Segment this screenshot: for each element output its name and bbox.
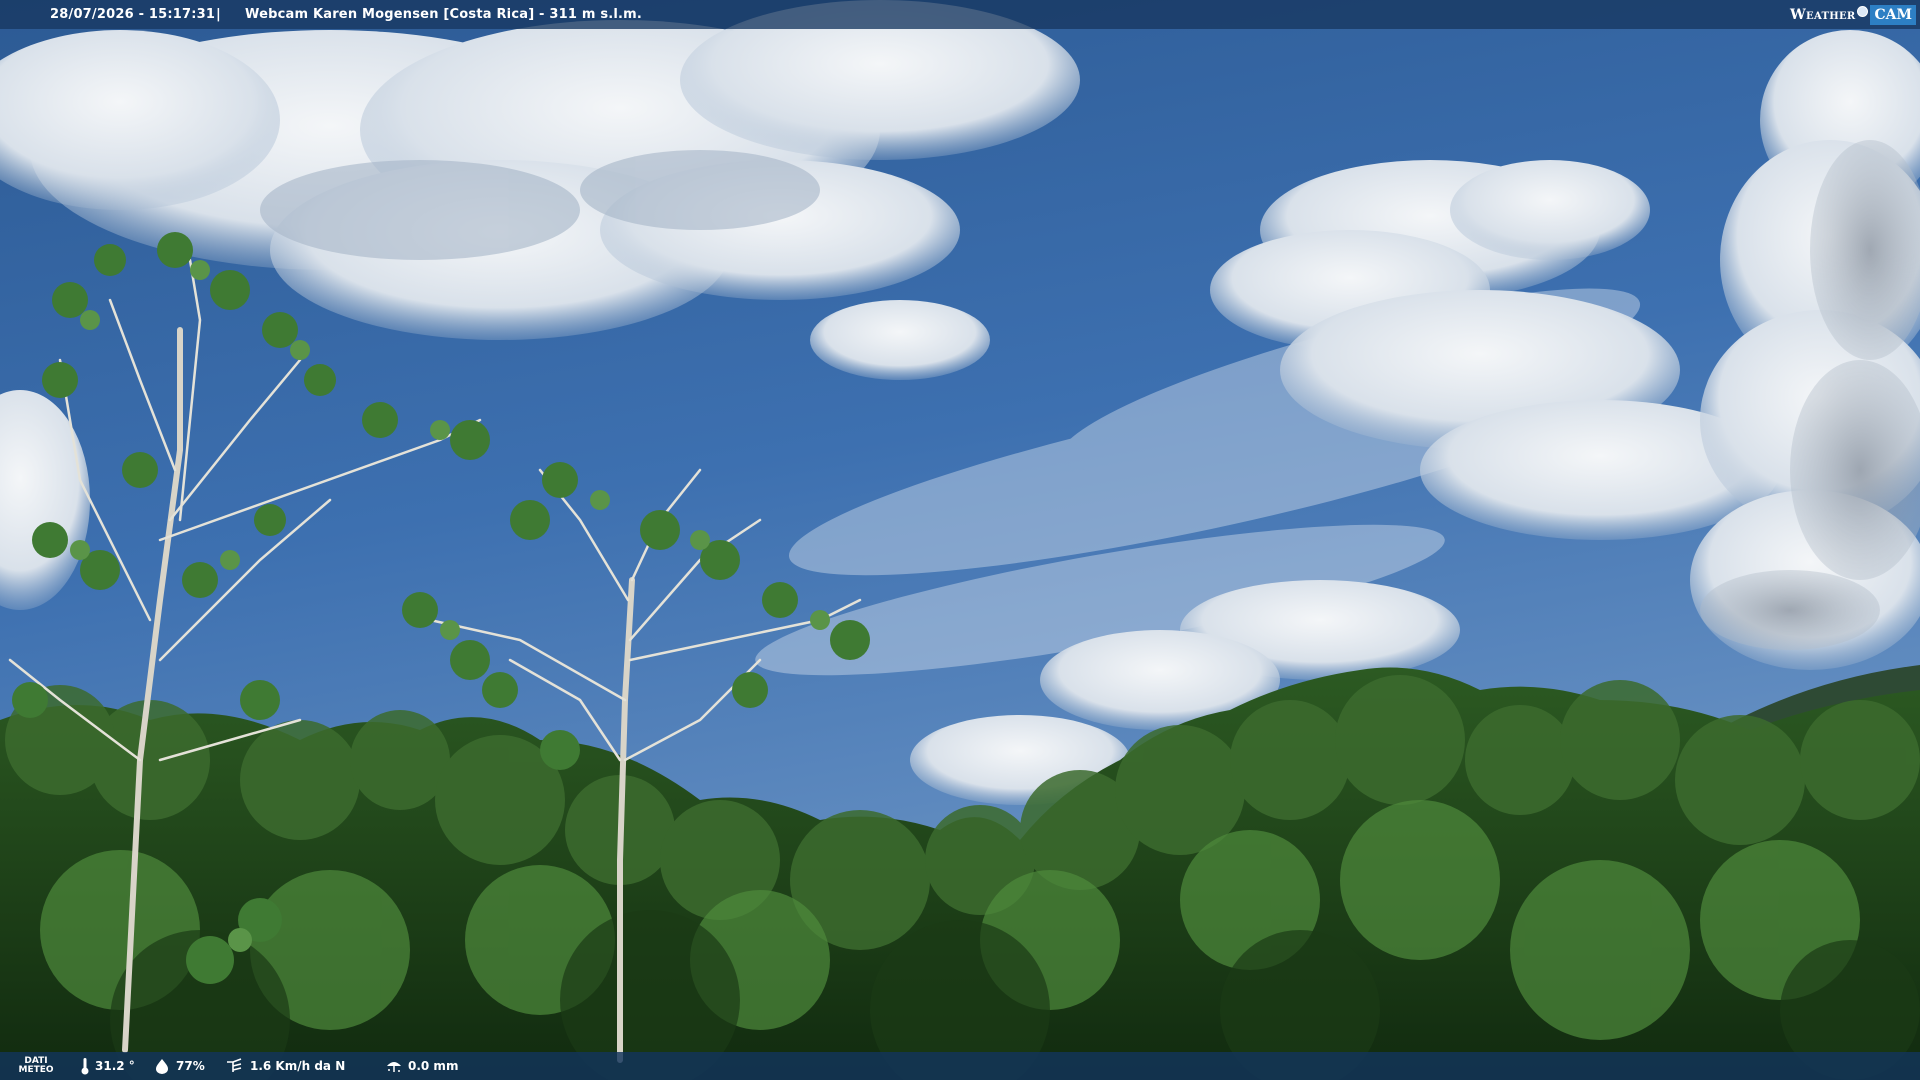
meteo-data-bar: DATI METEO 31.2 ° 77% 1.6 Km/h da N 0.0 … (0, 1052, 1920, 1080)
meteo-label: DATI METEO (18, 1056, 54, 1075)
separator: | (216, 7, 221, 22)
thermometer-icon (81, 1058, 89, 1075)
humidity-value: 77% (176, 1059, 205, 1073)
humidity-drop-icon (156, 1059, 168, 1074)
top-info-bar: 28/07/2026 - 15:17:31 | Webcam Karen Mog… (0, 0, 1920, 29)
rain-value: 0.0 mm (408, 1059, 459, 1073)
weathercam-logo: Weather CAM (1790, 0, 1920, 29)
wind-icon (227, 1058, 242, 1072)
wind-value: 1.6 Km/h da N (250, 1059, 346, 1073)
logo-cam-text: CAM (1870, 4, 1916, 25)
rain-gauge-icon (387, 1062, 401, 1072)
logo-dot-icon (1857, 6, 1869, 17)
timestamp: 28/07/2026 - 15:17:31 (50, 7, 216, 22)
humidity-reading: 77% (153, 1052, 205, 1080)
webcam-image (0, 0, 1920, 1080)
rain-reading: 0.0 mm (385, 1052, 458, 1080)
temperature-reading: 31.2 ° (80, 1052, 135, 1080)
logo-weather-text: Weather (1790, 6, 1856, 23)
webcam-title: Webcam Karen Mogensen [Costa Rica] - 311… (245, 7, 643, 22)
temperature-value: 31.2 ° (95, 1059, 135, 1073)
wind-reading: 1.6 Km/h da N (225, 1052, 345, 1080)
